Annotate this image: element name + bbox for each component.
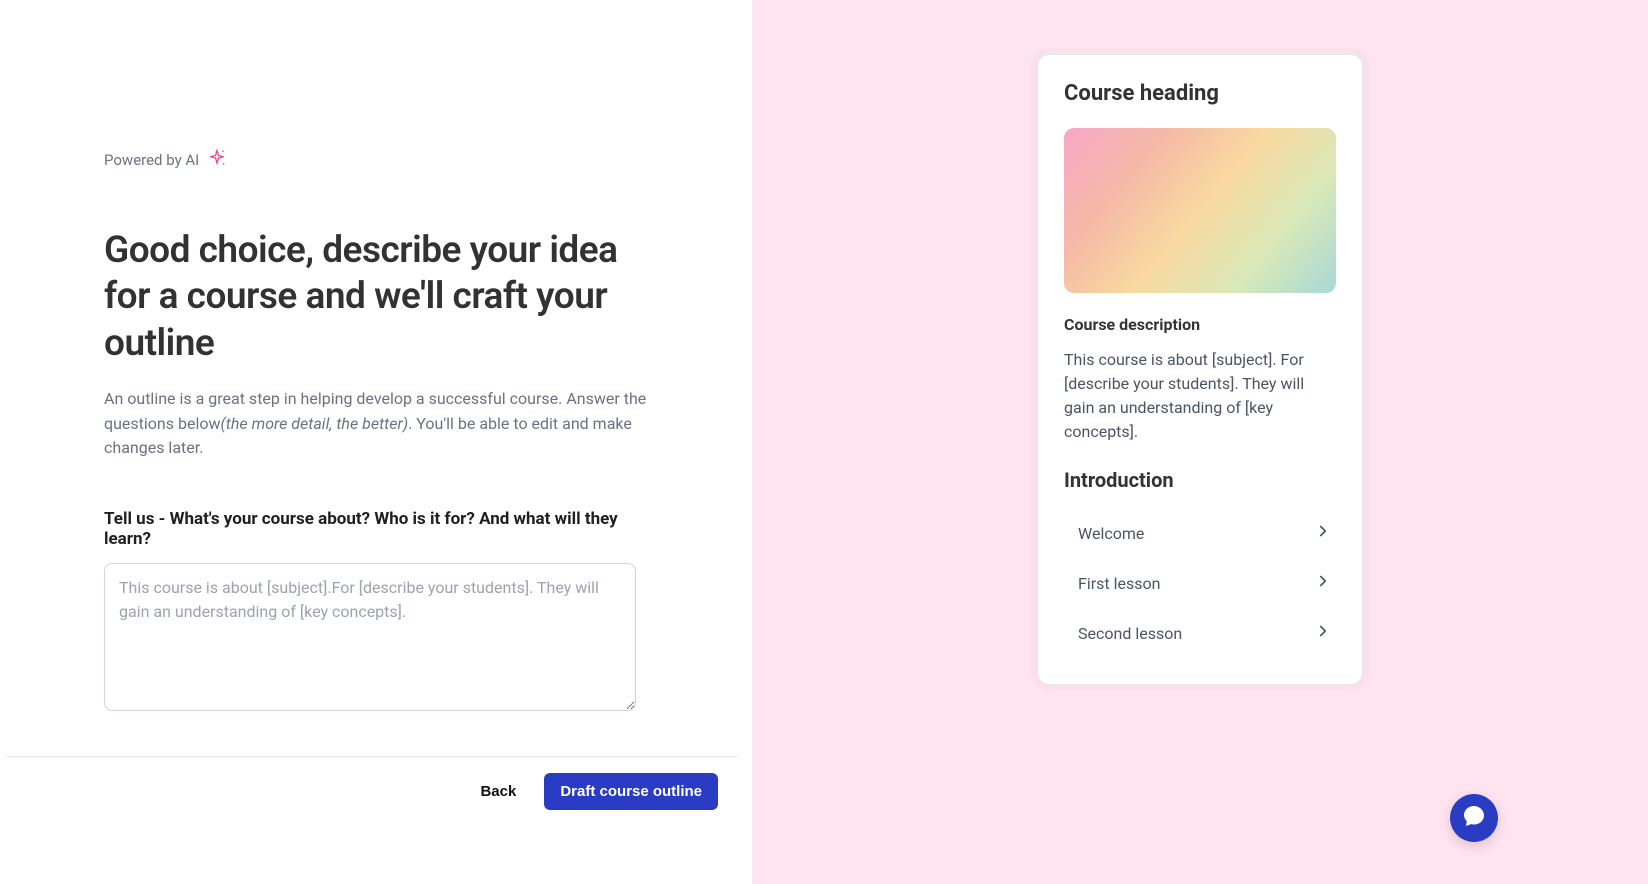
preview-section-title: Introduction — [1064, 468, 1336, 492]
preview-course-image — [1064, 128, 1336, 293]
lesson-item-first[interactable]: First lesson — [1064, 558, 1336, 608]
subtext-italic: (the more detail, the better) — [220, 414, 408, 433]
lesson-item-second[interactable]: Second lesson — [1064, 608, 1336, 658]
lesson-item-label: Second lesson — [1078, 624, 1182, 643]
chevron-right-icon — [1314, 572, 1332, 594]
powered-by-label: Powered by AI — [104, 148, 648, 172]
preview-description-label: Course description — [1064, 315, 1336, 334]
course-description-input[interactable] — [104, 563, 636, 711]
lesson-item-label: Welcome — [1078, 524, 1144, 543]
sparkle-icon — [207, 148, 227, 172]
preview-panel: Course heading Course description This c… — [752, 0, 1648, 884]
form-content: Powered by AI Good choice, describe your… — [0, 0, 752, 884]
chat-fab-button[interactable] — [1450, 794, 1498, 842]
chevron-right-icon — [1314, 522, 1332, 544]
preview-course-heading: Course heading — [1064, 81, 1336, 106]
course-preview-card: Course heading Course description This c… — [1037, 54, 1363, 685]
lesson-item-welcome[interactable]: Welcome — [1064, 508, 1336, 558]
chevron-right-icon — [1314, 622, 1332, 644]
textarea-label: Tell us - What's your course about? Who … — [104, 509, 648, 549]
draft-course-outline-button[interactable]: Draft course outline — [544, 773, 718, 810]
powered-by-text: Powered by AI — [104, 151, 199, 169]
lesson-item-label: First lesson — [1078, 574, 1160, 593]
page-headline: Good choice, describe your idea for a co… — [104, 228, 648, 367]
preview-description-text: This course is about [subject]. For [des… — [1064, 348, 1336, 444]
back-button[interactable]: Back — [468, 773, 528, 810]
page-subtext: An outline is a great step in helping de… — [104, 387, 648, 461]
chat-icon — [1462, 804, 1486, 832]
form-panel: Powered by AI Good choice, describe your… — [0, 0, 752, 884]
footer-actions: Back Draft course outline — [6, 756, 738, 826]
